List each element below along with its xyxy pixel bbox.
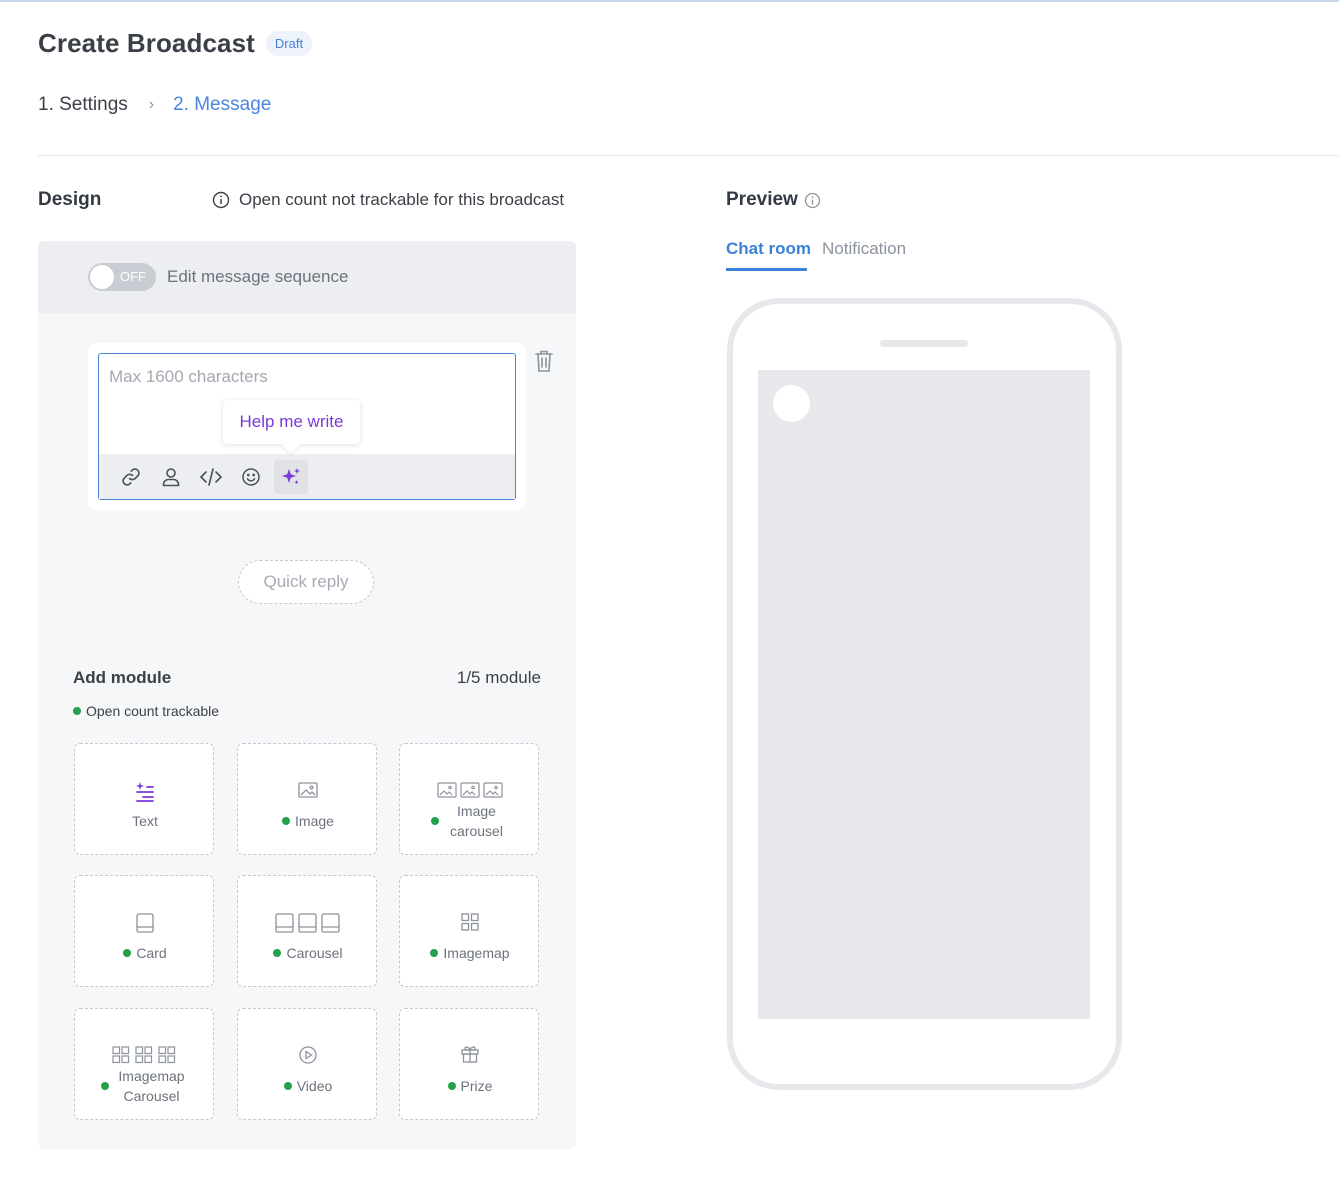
card-icon (75, 912, 215, 934)
module-imagemap-carousel[interactable]: Imagemap Carousel (74, 1008, 214, 1120)
module-text-label: Text (132, 813, 158, 829)
quick-reply-button[interactable]: Quick reply (238, 560, 374, 604)
module-prize-label: Prize (460, 1078, 493, 1094)
trackable-dot (273, 949, 282, 957)
help-me-write-tooltip[interactable]: Help me write (223, 400, 360, 444)
code-icon[interactable] (194, 460, 228, 494)
sequence-label: Edit message sequence (167, 267, 349, 286)
module-label: Text (75, 811, 215, 831)
trackable-dot (100, 1082, 109, 1090)
module-video-label: Video (296, 1078, 333, 1094)
trackable-dot (282, 817, 291, 825)
tab-underline (726, 268, 807, 271)
module-imagemap[interactable]: Imagemap (399, 875, 539, 987)
module-label: Video (238, 1076, 378, 1096)
trackable-legend-text: Open count trackable (86, 703, 220, 719)
gift-icon (400, 1044, 540, 1064)
phone-speaker (880, 340, 968, 347)
phone-screen (758, 370, 1090, 1019)
add-module-title: Add module (73, 668, 172, 687)
trash-icon[interactable] (534, 349, 554, 378)
module-label: Image (238, 811, 378, 831)
module-image-carousel[interactable]: Image carousel (399, 743, 539, 855)
module-label: Carousel (238, 943, 378, 963)
editor-toolbar (99, 454, 515, 499)
module-imagemap-label: Imagemap (443, 945, 510, 961)
step-settings[interactable]: 1. Settings (38, 94, 128, 116)
module-video[interactable]: Video (237, 1008, 377, 1120)
phone-preview (727, 298, 1122, 1090)
toggle-knob (90, 265, 114, 289)
module-imagemap-carousel-label: Imagemap Carousel (118, 1068, 185, 1104)
module-label: Imagemap Carousel (75, 1066, 215, 1106)
status-badge: Draft (265, 31, 313, 56)
module-image[interactable]: Image (237, 743, 377, 855)
page-header: Create Broadcast Draft (38, 28, 313, 59)
module-label: Imagemap (400, 943, 540, 963)
module-card[interactable]: Card (74, 875, 214, 987)
editor-placeholder: Max 1600 characters (109, 367, 268, 386)
trackable-dot (73, 707, 81, 715)
chevron-right-icon: › (148, 96, 155, 113)
text-sparkle-icon (75, 780, 215, 804)
play-icon (238, 1045, 378, 1065)
step-message[interactable]: 2. Message (173, 94, 271, 116)
module-label: Image carousel (400, 801, 540, 841)
trackable-legend: Open count trackable (73, 703, 219, 719)
module-count: 1/5 module (456, 668, 541, 687)
grid-icon (400, 912, 540, 932)
sequence-toggle[interactable]: OFF (88, 263, 156, 291)
trackable-dot (283, 1082, 292, 1090)
module-carousel[interactable]: Carousel (237, 875, 377, 987)
module-carousel-label: Carousel (286, 945, 343, 961)
image-carousel-icon (400, 781, 540, 799)
module-prize[interactable]: Prize (399, 1008, 539, 1120)
module-image-label: Image (295, 813, 334, 829)
page-title: Create Broadcast (38, 28, 255, 58)
person-icon[interactable] (154, 460, 188, 494)
info-icon[interactable] (804, 192, 821, 209)
toggle-state: OFF (120, 269, 146, 284)
tab-chat-room[interactable]: Chat room (726, 239, 811, 259)
trackable-dot (430, 817, 439, 825)
open-count-notice-text: Open count not trackable for this broadc… (239, 190, 565, 209)
emoji-icon[interactable] (234, 460, 268, 494)
sparkle-icon[interactable] (274, 460, 308, 494)
design-title: Design (38, 189, 102, 210)
stepper: 1. Settings › 2. Message (38, 94, 271, 116)
design-panel: OFF Edit message sequence Max 1600 chara… (38, 241, 576, 1149)
module-text[interactable]: Text (74, 743, 214, 855)
preview-title: Preview (726, 189, 821, 211)
module-image-carousel-label: Image carousel (450, 803, 503, 839)
open-count-notice: Open count not trackable for this broadc… (212, 190, 564, 210)
trackable-dot (447, 1082, 456, 1090)
trackable-dot (430, 949, 439, 957)
trackable-dot (123, 949, 132, 957)
sequence-bar: OFF Edit message sequence (38, 241, 576, 313)
module-label: Prize (400, 1076, 540, 1096)
grid-carousel-icon (75, 1045, 215, 1065)
module-card-label: Card (136, 945, 167, 961)
image-icon (238, 781, 378, 799)
carousel-icon (238, 912, 378, 934)
link-icon[interactable] (114, 460, 148, 494)
header-divider (38, 155, 1339, 156)
tab-notification[interactable]: Notification (822, 239, 906, 259)
avatar (773, 385, 810, 422)
module-label: Card (75, 943, 215, 963)
top-border (0, 0, 1339, 2)
info-icon (212, 191, 230, 209)
preview-title-text: Preview (726, 189, 798, 210)
